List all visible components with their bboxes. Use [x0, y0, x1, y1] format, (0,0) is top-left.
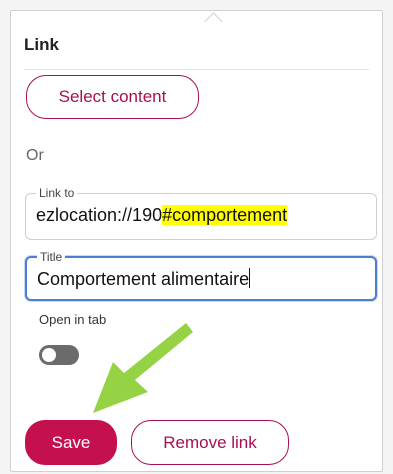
title-label: Title [37, 250, 66, 264]
save-button[interactable]: Save [25, 420, 117, 465]
open-in-tab-label: Open in tab [39, 312, 107, 327]
link-to-label: Link to [36, 186, 78, 200]
remove-link-button[interactable]: Remove link [131, 420, 289, 465]
title-divider [24, 69, 369, 70]
link-popup-panel: Link Select content Or Link to ezlocatio… [10, 10, 383, 472]
link-to-field[interactable]: Link to ezlocation://190#comportement [25, 186, 377, 240]
link-to-value[interactable]: ezlocation://190#comportement [36, 205, 288, 226]
open-in-tab-toggle[interactable] [39, 345, 79, 365]
toggle-knob [42, 348, 56, 362]
link-to-value-highlight: #comportement [162, 205, 288, 225]
title-field[interactable]: Title Comportement alimentaire [25, 250, 377, 301]
link-to-value-prefix: ezlocation://190 [36, 205, 163, 225]
popup-caret [204, 12, 223, 31]
or-separator: Or [26, 147, 44, 164]
text-cursor [249, 268, 251, 288]
panel-title: Link [24, 35, 59, 54]
select-content-button[interactable]: Select content [26, 75, 199, 119]
title-value[interactable]: Comportement alimentaire [37, 268, 251, 290]
title-value-text: Comportement alimentaire [37, 269, 250, 289]
